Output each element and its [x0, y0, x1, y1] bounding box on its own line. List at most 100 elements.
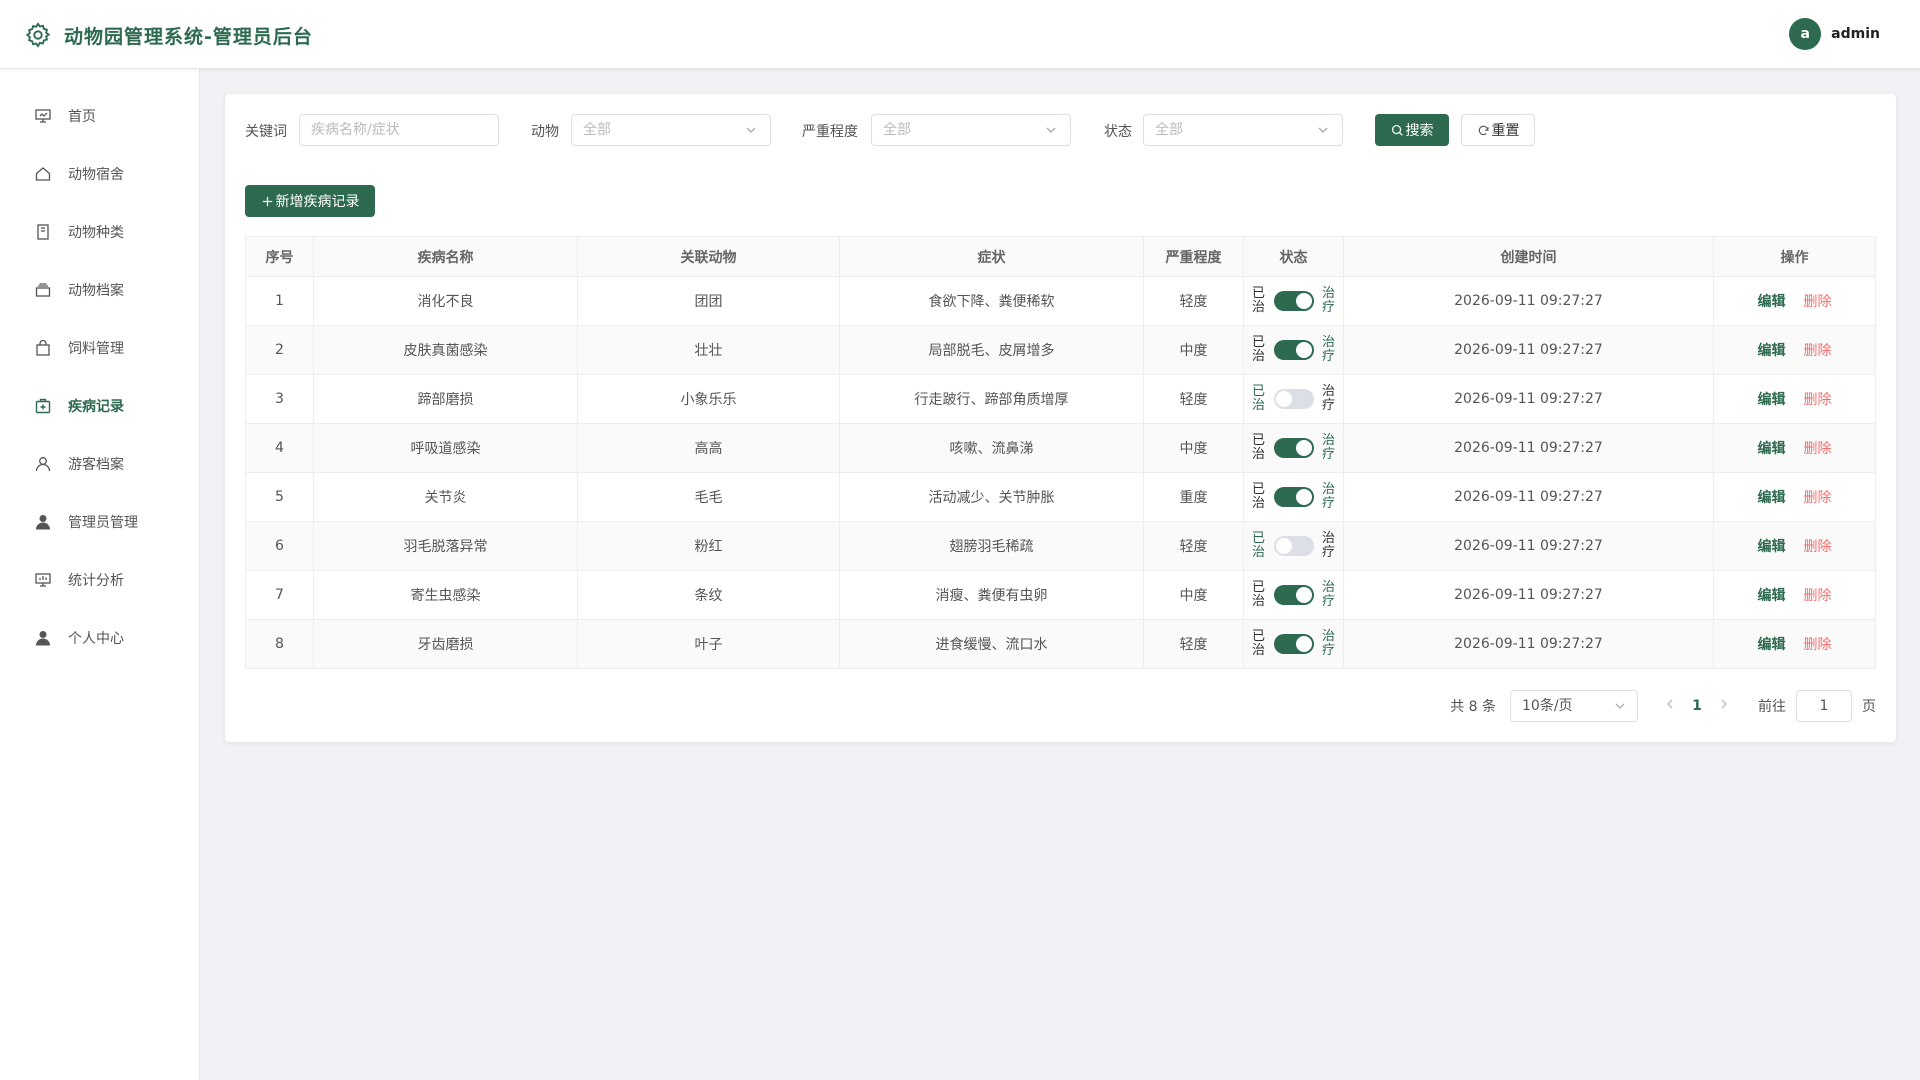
- edit-button[interactable]: 编辑: [1758, 441, 1786, 457]
- status-active-text: 治疗: [1321, 384, 1335, 413]
- cell-animal: 小象乐乐: [577, 374, 840, 424]
- page-size-select[interactable]: 10条/页: [1510, 690, 1638, 722]
- column-header: 创建时间: [1343, 236, 1714, 277]
- app-title: 动物园管理系统-管理员后台: [64, 26, 313, 48]
- status-select-value: 全部: [1155, 122, 1183, 138]
- toggle-knob: [1295, 342, 1312, 358]
- top-header: 动物园管理系统-管理员后台 a admin: [0, 0, 1920, 69]
- status-active-text: 治疗: [1321, 580, 1335, 609]
- sidebar-item-1[interactable]: 首页: [0, 87, 199, 145]
- bag-icon: [34, 339, 52, 357]
- animal-select[interactable]: 全部: [571, 114, 771, 146]
- column-header: 操作: [1713, 236, 1876, 277]
- sidebar-item-7[interactable]: 游客档案: [0, 435, 199, 493]
- avatar[interactable]: a: [1789, 18, 1822, 50]
- delete-button[interactable]: 删除: [1804, 392, 1832, 408]
- edit-button[interactable]: 编辑: [1758, 539, 1786, 555]
- toggle-knob: [1295, 587, 1312, 603]
- cell-disease-name: 蹄部磨损: [313, 374, 578, 424]
- sidebar-item-4[interactable]: 动物档案: [0, 261, 199, 319]
- column-header: 序号: [245, 236, 314, 277]
- sidebar-item-3[interactable]: 动物种类: [0, 203, 199, 261]
- cell-created-time: 2026-09-11 09:27:27: [1343, 276, 1714, 326]
- keyword-label: 关键词: [245, 124, 287, 140]
- cell-status: 已治 治疗: [1243, 570, 1344, 620]
- cell-animal: 壮壮: [577, 325, 840, 375]
- status-toggle[interactable]: [1273, 291, 1314, 311]
- cell-severity: 中度: [1143, 325, 1244, 375]
- delete-button[interactable]: 删除: [1804, 539, 1832, 555]
- severity-select[interactable]: 全部: [871, 114, 1071, 146]
- cell-severity: 轻度: [1143, 521, 1244, 571]
- status-select[interactable]: 全部: [1143, 114, 1343, 146]
- delete-button[interactable]: 删除: [1804, 343, 1832, 359]
- chevron-down-icon: [1046, 127, 1056, 133]
- status-inactive-text: 已治: [1251, 384, 1265, 413]
- status-toggle[interactable]: [1273, 585, 1314, 605]
- goto-page-input[interactable]: 1: [1796, 690, 1852, 722]
- cell-created-time: 2026-09-11 09:27:27: [1343, 619, 1714, 669]
- disease-table: 序号 疾病名称 关联动物 症状 严重程度 状态 创建时间 操作 1 消化不良 团团 食欲下降、粪便稀…: [245, 236, 1876, 669]
- cell-created-time: 2026-09-11 09:27:27: [1343, 570, 1714, 620]
- user-filled-icon: [34, 513, 52, 531]
- edit-button[interactable]: 编辑: [1758, 588, 1786, 604]
- edit-button[interactable]: 编辑: [1758, 294, 1786, 310]
- sidebar-item-5[interactable]: 饲料管理: [0, 319, 199, 377]
- sidebar-item-6[interactable]: 疾病记录: [0, 377, 199, 435]
- status-toggle[interactable]: [1273, 438, 1314, 458]
- reset-button[interactable]: 重置: [1461, 114, 1535, 146]
- column-header: 状态: [1243, 236, 1344, 277]
- cell-status: 已治 治疗: [1243, 423, 1344, 473]
- edit-button[interactable]: 编辑: [1758, 392, 1786, 408]
- plus-icon: [262, 196, 272, 206]
- page-size-value: 10条/页: [1522, 698, 1573, 714]
- status-inactive-text: 已治: [1251, 433, 1265, 462]
- edit-button[interactable]: 编辑: [1758, 343, 1786, 359]
- cell-symptom: 食欲下降、粪便稀软: [839, 276, 1144, 326]
- username[interactable]: admin: [1831, 26, 1880, 42]
- edit-button[interactable]: 编辑: [1758, 490, 1786, 506]
- cell-index: 6: [245, 521, 314, 571]
- dashboard-icon: [34, 107, 52, 125]
- delete-button[interactable]: 删除: [1804, 637, 1832, 653]
- status-toggle[interactable]: [1273, 340, 1314, 360]
- status-inactive-text: 已治: [1251, 482, 1265, 511]
- status-toggle[interactable]: [1273, 536, 1314, 556]
- sidebar: 首页动物宿舍动物种类 动物档案 饲料管理 疾病记录 游客档案 管理员管理 统计分析 个人中心: [0, 69, 200, 1080]
- toggle-knob: [1295, 636, 1312, 652]
- delete-button[interactable]: 删除: [1804, 588, 1832, 604]
- add-button-label: 新增疾病记录: [275, 194, 360, 210]
- search-button[interactable]: 搜索: [1375, 114, 1449, 146]
- goto-label: 前往: [1758, 699, 1786, 715]
- cell-index: 3: [245, 374, 314, 424]
- cell-disease-name: 关节炎: [313, 472, 578, 522]
- status-toggle[interactable]: [1273, 389, 1314, 409]
- delete-button[interactable]: 删除: [1804, 490, 1832, 506]
- page-number-1[interactable]: 1: [1680, 698, 1714, 714]
- search-button-label: 搜索: [1405, 123, 1434, 139]
- sidebar-item-10[interactable]: 个人中心: [0, 609, 199, 667]
- sidebar-item-label: 动物宿舍: [68, 167, 124, 183]
- column-header: 严重程度: [1143, 236, 1244, 277]
- sidebar-item-8[interactable]: 管理员管理: [0, 493, 199, 551]
- next-page-button[interactable]: [1714, 698, 1734, 714]
- cell-severity: 轻度: [1143, 619, 1244, 669]
- delete-button[interactable]: 删除: [1804, 441, 1832, 457]
- cell-created-time: 2026-09-11 09:27:27: [1343, 521, 1714, 571]
- status-inactive-text: 已治: [1251, 286, 1265, 315]
- sidebar-item-9[interactable]: 统计分析: [0, 551, 199, 609]
- delete-button[interactable]: 删除: [1804, 294, 1832, 310]
- user-menu[interactable]: a admin: [1789, 18, 1880, 50]
- toggle-knob: [1275, 391, 1292, 407]
- cell-actions: 编辑 删除: [1713, 570, 1876, 620]
- keyword-input[interactable]: 疾病名称/症状: [299, 114, 499, 146]
- sidebar-item-2[interactable]: 动物宿舍: [0, 145, 199, 203]
- edit-button[interactable]: 编辑: [1758, 637, 1786, 653]
- status-toggle[interactable]: [1273, 487, 1314, 507]
- cell-severity: 重度: [1143, 472, 1244, 522]
- status-toggle[interactable]: [1273, 634, 1314, 654]
- table-row: 1 消化不良 团团 食欲下降、粪便稀软 轻度 已治 治疗 2026-09-11 09:27:2…: [245, 276, 1876, 326]
- add-disease-record-button[interactable]: 新增疾病记录: [245, 185, 375, 217]
- prev-page-button[interactable]: [1660, 698, 1680, 714]
- cell-actions: 编辑 删除: [1713, 619, 1876, 669]
